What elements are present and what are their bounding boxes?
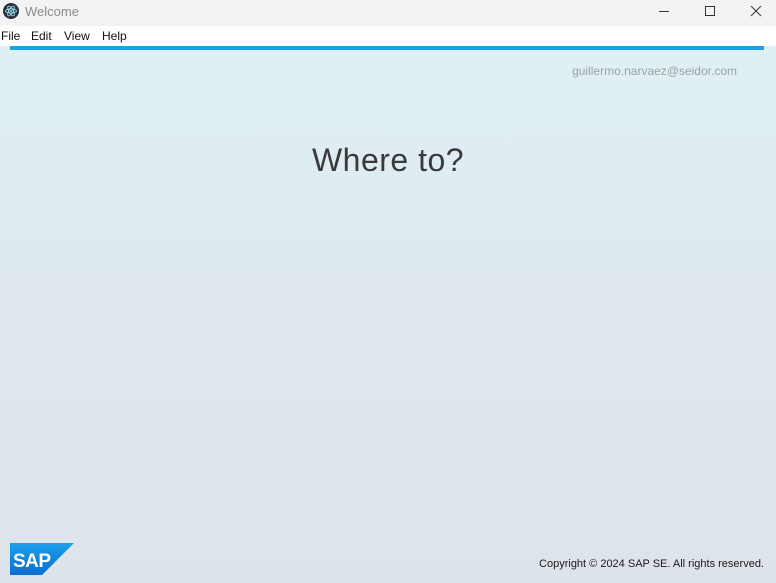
electron-atom-icon — [3, 3, 19, 19]
menu-help[interactable]: Help — [102, 29, 127, 43]
close-icon — [750, 5, 762, 17]
menu-bar: File Edit View Help — [0, 26, 776, 46]
menu-file[interactable]: File — [1, 29, 20, 43]
sap-logo: SAP — [10, 543, 74, 575]
window-title: Welcome — [25, 4, 79, 19]
app-window: Welcome File Edit View Help guillermo.na… — [0, 0, 776, 583]
svg-text:SAP: SAP — [13, 551, 51, 572]
welcome-content: guillermo.narvaez@seidor.com Where to? S… — [0, 46, 776, 583]
menu-edit[interactable]: Edit — [31, 29, 52, 43]
minimize-icon — [659, 11, 669, 12]
page-title: Where to? — [311, 142, 465, 178]
title-bar[interactable]: Welcome — [0, 0, 776, 26]
close-button[interactable] — [733, 0, 776, 26]
maximize-button[interactable] — [687, 0, 733, 26]
minimize-button[interactable] — [641, 0, 687, 26]
menu-view[interactable]: View — [64, 29, 90, 43]
accent-bar — [10, 46, 764, 50]
copyright-text: Copyright © 2024 SAP SE. All rights rese… — [539, 558, 764, 570]
maximize-icon — [705, 6, 715, 16]
user-email: guillermo.narvaez@seidor.com — [572, 64, 737, 78]
